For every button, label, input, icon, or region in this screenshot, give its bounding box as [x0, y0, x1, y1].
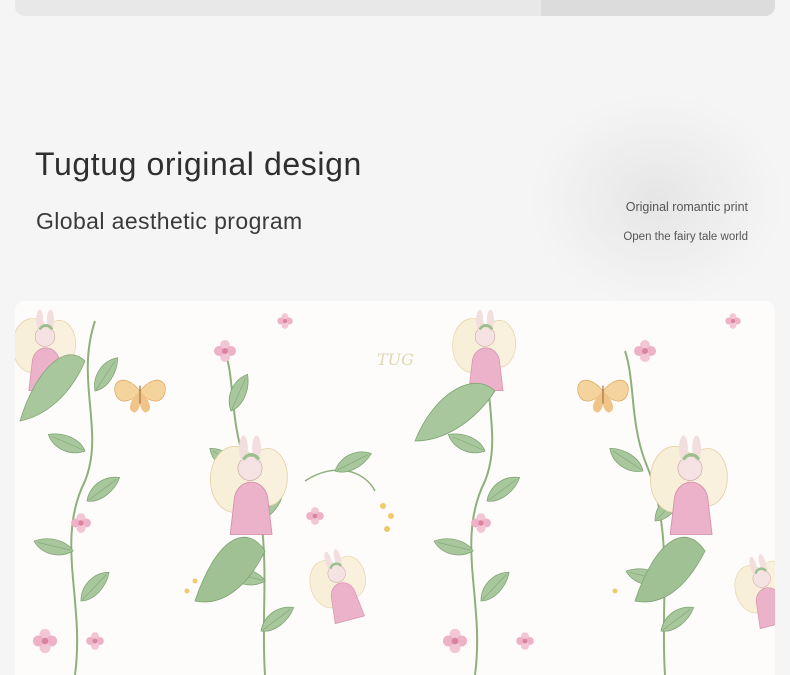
pattern-watermark: TUG — [377, 350, 414, 369]
floral-fairy-illustration: TUG — [15, 301, 775, 675]
page-title: Tugtug original design — [35, 146, 362, 182]
tagline-secondary: Open the fairy tale world — [623, 231, 748, 243]
page-subtitle: Global aesthetic program — [36, 208, 303, 234]
fairy-print-pattern-image: TUG — [15, 301, 775, 675]
tagline-primary: Original romantic print — [625, 200, 748, 214]
top-banner-strip-right — [541, 0, 775, 16]
top-banner-strip — [15, 0, 775, 16]
